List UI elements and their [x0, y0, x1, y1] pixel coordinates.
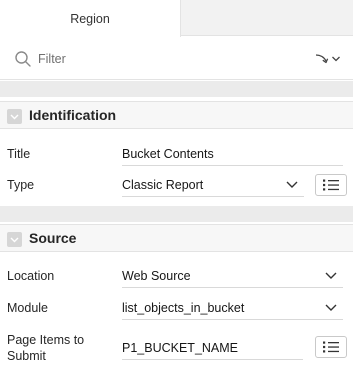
title-field[interactable]: Bucket Contents	[122, 142, 343, 166]
section-gutter	[0, 206, 353, 222]
chevron-down-icon[interactable]	[7, 109, 22, 124]
chevron-down-icon	[325, 304, 337, 311]
type-select[interactable]: Classic Report	[122, 173, 304, 197]
module-label: Module	[7, 301, 48, 315]
filter-input[interactable]	[38, 48, 278, 70]
title-value: Bucket Contents	[122, 146, 214, 161]
section-title: Identification	[29, 107, 117, 123]
page-items-field[interactable]: P1_BUCKET_NAME	[122, 336, 303, 360]
search-icon	[15, 51, 31, 67]
module-select[interactable]: list_objects_in_bucket	[122, 296, 343, 320]
location-value: Web Source	[122, 268, 191, 283]
module-value: list_objects_in_bucket	[122, 300, 245, 315]
chevron-down-icon	[286, 181, 298, 188]
section-title: Source	[29, 230, 77, 246]
page-items-list-button[interactable]	[315, 336, 347, 358]
tab-region[interactable]: Region	[0, 0, 181, 37]
filter-bar	[0, 37, 353, 80]
page-items-label: Page Items to	[7, 333, 85, 347]
goto-arrow-icon	[315, 54, 340, 64]
chevron-down-icon	[325, 272, 337, 279]
tab-region-label: Region	[70, 11, 110, 26]
type-label: Type	[7, 178, 35, 192]
page-items-value: P1_BUCKET_NAME	[122, 340, 239, 355]
page-items-label-line2: Submit	[7, 349, 46, 363]
list-icon	[323, 179, 339, 191]
location-label: Location	[7, 269, 55, 283]
section-gutter	[0, 81, 353, 97]
section-identification-header[interactable]: Identification	[0, 101, 353, 129]
title-label: Title	[7, 147, 31, 161]
list-icon	[323, 341, 339, 353]
section-source-header[interactable]: Source	[0, 224, 353, 252]
type-value: Classic Report	[122, 177, 204, 192]
location-select[interactable]: Web Source	[122, 264, 343, 288]
chevron-down-icon[interactable]	[7, 232, 22, 247]
goto-menu-button[interactable]	[311, 48, 347, 70]
type-list-button[interactable]	[315, 174, 347, 196]
tab-bar: Region	[0, 0, 353, 37]
